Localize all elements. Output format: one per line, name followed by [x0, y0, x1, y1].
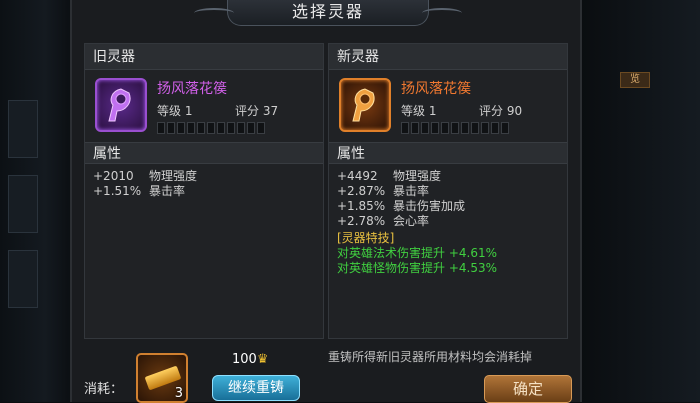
attr-line: +2.78% 会心率	[337, 214, 430, 228]
new-artifact-item[interactable]: 扬风落花篌 等级 1 评分 90	[329, 70, 567, 142]
attr-line: +2.87% 暴击率	[337, 184, 430, 198]
special-skill-line: 对英雄怪物伤害提升 +4.53%	[337, 261, 497, 275]
old-attr-list: +2010 物理强度 +1.51% 暴击率	[85, 164, 323, 204]
background-slot	[8, 175, 38, 233]
harp-icon[interactable]	[339, 78, 391, 132]
background-chip: 览	[620, 72, 650, 88]
select-artifact-dialog: 选择灵器 旧灵器 扬风落花篌 等级 1 评分 37 属性 +2010 物理强度 +…	[70, 0, 584, 403]
old-enhance-slots	[157, 122, 265, 134]
reforge-note: 重铸所得新旧灵器所用材料均会消耗掉	[328, 350, 533, 364]
background-slot	[8, 100, 38, 158]
gold-ingot-icon[interactable]: 3	[136, 353, 188, 403]
background-left-panel	[0, 0, 75, 402]
continue-reforge-button[interactable]: 继续重铸	[212, 375, 300, 401]
attr-line: +1.51% 暴击率	[93, 184, 186, 198]
new-artifact-score: 评分 90	[479, 104, 523, 118]
coin-amount: 100	[232, 352, 257, 367]
new-enhance-slots	[401, 122, 509, 134]
old-artifact-score: 评分 37	[235, 104, 279, 118]
material-count: 3	[174, 386, 183, 401]
crown-coin-icon: ♛	[256, 352, 269, 367]
special-skill-line: 对英雄法术伤害提升 +4.61%	[337, 246, 497, 260]
confirm-button[interactable]: 确定	[484, 375, 572, 403]
special-skill-header: [灵器特技]	[337, 231, 395, 245]
attr-line: +2010 物理强度	[93, 169, 198, 183]
new-artifact-name: 扬风落花篌	[401, 81, 471, 97]
attr-line: +4492 物理强度	[337, 169, 442, 183]
cost-bar: 消耗： 3 100♛ 继续重铸 重铸所得新旧灵器所用材料均会消耗掉 确定	[72, 345, 584, 403]
background-slot	[8, 250, 38, 308]
new-artifact-level: 等级 1	[401, 104, 437, 118]
new-attr-header: 属性	[329, 142, 567, 164]
old-artifact-item[interactable]: 扬风落花篌 等级 1 评分 37	[85, 70, 323, 142]
cost-label: 消耗：	[84, 382, 124, 397]
old-attr-header: 属性	[85, 142, 323, 164]
new-artifact-panel: 新灵器 扬风落花篌 等级 1 评分 90 属性 +4492 物理强度 +2.87%…	[328, 43, 568, 339]
old-artifact-name: 扬风落花篌	[157, 81, 227, 97]
new-artifact-header: 新灵器	[329, 44, 567, 70]
attr-line: +1.85% 暴击伤害加成	[337, 199, 466, 213]
background-right-panel: 览	[580, 0, 700, 402]
dialog-title: 选择灵器	[194, 0, 462, 26]
harp-icon[interactable]	[95, 78, 147, 132]
new-attr-list: +4492 物理强度 +2.87% 暴击率 +1.85% 暴击伤害加成 +2.78% 会…	[329, 164, 567, 281]
coin-cost: 100♛	[232, 352, 268, 367]
old-artifact-level: 等级 1	[157, 104, 193, 118]
old-artifact-header: 旧灵器	[85, 44, 323, 70]
old-artifact-panel: 旧灵器 扬风落花篌 等级 1 评分 37 属性 +2010 物理强度 +1.51%…	[84, 43, 324, 339]
